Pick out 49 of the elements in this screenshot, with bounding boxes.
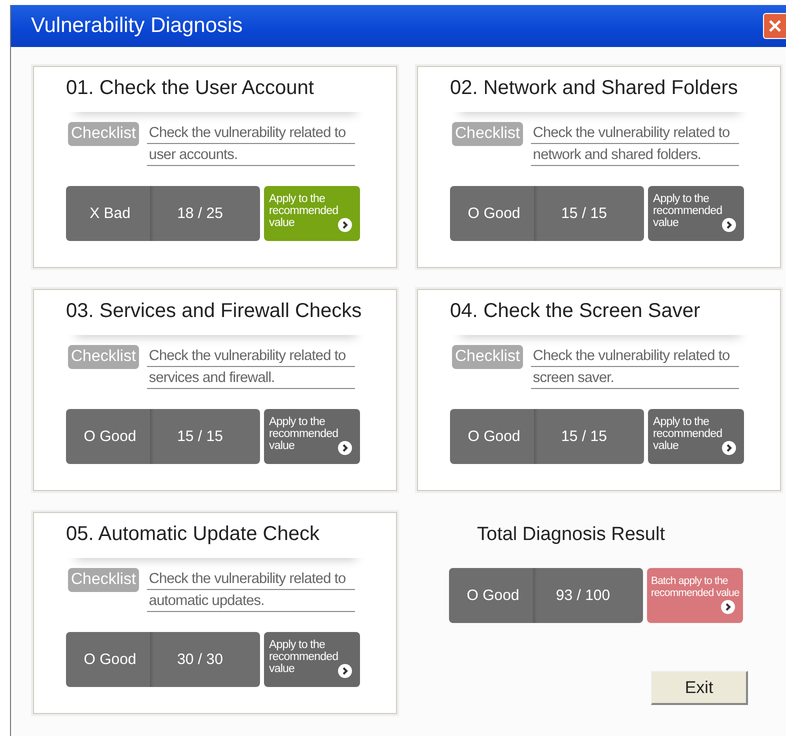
window-title: Vulnerability Diagnosis	[31, 14, 243, 38]
score-text: 93 / 100	[554, 587, 612, 604]
status-label: X Bad	[88, 205, 132, 222]
close-button[interactable]	[763, 13, 786, 39]
card-title: 04. Check the Screen Saver	[450, 300, 750, 335]
arrow-circle-icon	[338, 218, 352, 232]
status-label: O Good	[82, 428, 138, 445]
arrow-circle-icon	[338, 441, 352, 455]
score-text: 18 / 25	[176, 205, 224, 222]
description-line: services and firewall.	[146, 367, 355, 389]
status-label: O Good	[466, 205, 522, 222]
card-title: 01. Check the User Account	[66, 77, 366, 112]
total-title: Total Diagnosis Result	[477, 524, 666, 546]
score-text: 15 / 15	[176, 428, 224, 445]
apply-button[interactable]: Apply to the recommended value	[648, 409, 744, 464]
description-line: user accounts.	[146, 144, 355, 166]
checklist-badge: Checklist	[68, 122, 139, 146]
arrow-circle-icon	[722, 441, 736, 455]
apply-button[interactable]: Apply to the recommended value	[264, 186, 360, 241]
score-text: 15 / 15	[560, 205, 608, 222]
checklist-badge: Checklist	[68, 568, 139, 592]
arrow-circle-icon	[722, 218, 736, 232]
status-label: O Good	[82, 651, 138, 668]
checklist-badge: Checklist	[452, 122, 523, 146]
score-text: 30 / 30	[176, 651, 224, 668]
status-label: O Good	[466, 587, 520, 604]
apply-button[interactable]: Apply to the recommended value	[264, 632, 360, 687]
description-line: Check the vulnerability related to	[146, 568, 355, 590]
exit-button[interactable]: Exit	[651, 671, 748, 705]
apply-button[interactable]: Apply to the recommended value	[264, 409, 360, 464]
checklist-badge: Checklist	[452, 345, 523, 369]
card-title: 05. Automatic Update Check	[66, 523, 366, 558]
card-title: 03. Services and Firewall Checks	[66, 300, 366, 335]
apply-button[interactable]: Batch apply to the recommended value	[647, 568, 743, 623]
description-line: automatic updates.	[146, 590, 355, 612]
description-line: Check the vulnerability related to	[530, 122, 739, 144]
checklist-badge: Checklist	[68, 345, 139, 369]
arrow-circle-icon	[721, 600, 735, 614]
apply-button[interactable]: Apply to the recommended value	[648, 186, 744, 241]
description-line: Check the vulnerability related to	[530, 345, 739, 367]
status-label: O Good	[466, 428, 522, 445]
description-line: network and shared folders.	[530, 144, 739, 166]
card-title: 02. Network and Shared Folders	[450, 77, 750, 112]
close-icon	[767, 18, 783, 34]
description-line: Check the vulnerability related to	[146, 122, 355, 144]
description-line: screen saver.	[530, 367, 739, 389]
description-line: Check the vulnerability related to	[146, 345, 355, 367]
score-text: 15 / 15	[560, 428, 608, 445]
arrow-circle-icon	[338, 664, 352, 678]
